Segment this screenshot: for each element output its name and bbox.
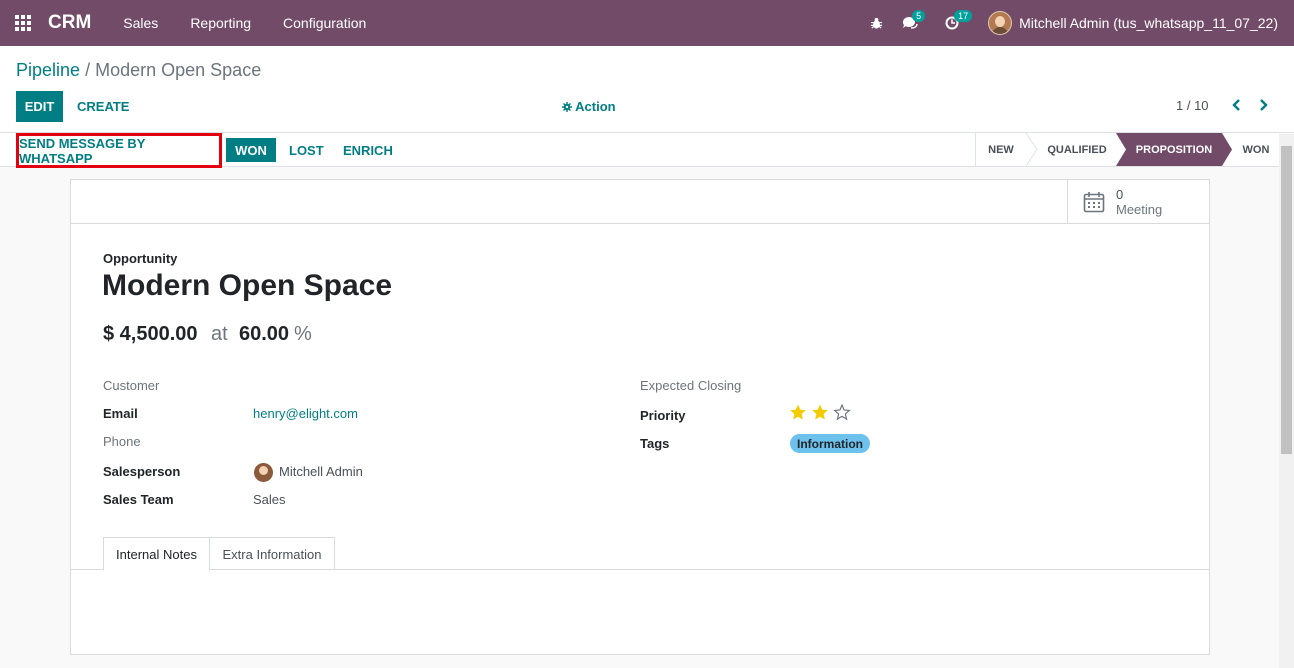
mark-won-button[interactable]: WON [226,138,276,162]
breadcrumb-separator: / [85,60,91,80]
page-scrollbar-thumb[interactable] [1281,146,1292,454]
menu-reporting[interactable]: Reporting [174,15,267,31]
pager-next-icon[interactable] [1256,96,1272,114]
form-statusbar: SEND MESSAGE BY WHATSAPP WON LOST ENRICH… [0,132,1294,168]
priority-star-2-icon[interactable] [811,403,829,421]
customer-label: Customer [103,378,160,393]
notebook-tabs: Internal Notes Extra Information [71,537,1209,571]
action-label: Action [575,99,616,114]
form-sheet: 0 Meeting Opportunity Modern Open Space … [70,179,1210,655]
pager-previous-icon[interactable] [1229,96,1245,114]
messaging-chat-icon[interactable]: 5 [894,0,926,46]
expected-revenue[interactable]: $ 4,500.00 [103,323,198,346]
stage-proposition[interactable]: PROPOSITION [1126,133,1222,166]
control-panel: Pipeline / Modern Open Space EDIT CREATE… [0,46,1294,133]
priority-star-1-icon[interactable] [789,403,807,421]
action-dropdown[interactable]: Action [562,99,616,114]
app-brand[interactable]: CRM [48,12,91,34]
priority-label: Priority [640,408,686,423]
salesperson-avatar [254,463,273,482]
user-menu[interactable]: Mitchell Admin (tus_whatsapp_11_07_22) [988,11,1278,35]
mark-lost-button[interactable]: LOST [289,143,324,158]
priority-star-3-icon[interactable] [833,403,851,421]
activities-clock-icon[interactable]: 17 [936,0,973,46]
stage-separator [1116,133,1126,166]
stage-new[interactable]: NEW [976,133,1026,166]
tab-internal-notes[interactable]: Internal Notes [103,537,210,571]
stage-proposition-label: PROPOSITION [1135,143,1213,156]
revenue-at-label: at [211,323,228,345]
stage-won-label: WON [1242,143,1270,156]
email-value[interactable]: henry@elight.com [253,406,358,421]
percent-sign: % [294,323,312,345]
meeting-label: Meeting [1116,201,1163,217]
stage-separator [1026,133,1038,166]
stage-new-label: NEW [988,143,1014,156]
breadcrumb-current: Modern Open Space [95,60,262,80]
menu-sales[interactable]: Sales [107,15,174,31]
sales-team-label: Sales Team [103,492,174,507]
stage-qualified-label: QUALIFIED [1047,143,1107,156]
smart-button-box: 0 Meeting [71,180,1209,224]
pager-value[interactable]: 1 / 10 [1176,98,1209,113]
expected-closing-label: Expected Closing [640,378,742,393]
gear-icon [562,102,572,112]
user-name: Mitchell Admin (tus_whatsapp_11_07_22) [1019,15,1278,31]
calendar-icon [1083,192,1105,213]
edit-button[interactable]: EDIT [16,91,63,122]
phone-label: Phone [103,434,141,449]
opportunity-title[interactable]: Modern Open Space [102,269,392,303]
tags-label: Tags [640,436,670,451]
user-avatar [988,11,1013,35]
apps-menu-icon[interactable] [0,0,46,46]
salesperson-value[interactable]: Mitchell Admin [279,464,363,479]
salesperson-label: Salesperson [103,464,181,479]
messages-count-badge: 5 [912,10,926,22]
breadcrumb-pipeline-link[interactable]: Pipeline [16,60,80,80]
top-navbar: CRM Sales Reporting Configuration 5 17 M… [0,0,1294,46]
stage-separator [1222,133,1232,166]
breadcrumb: Pipeline / Modern Open Space [16,60,261,81]
record-type-label: Opportunity [103,251,178,266]
send-whatsapp-message-button[interactable]: SEND MESSAGE BY WHATSAPP [16,133,222,168]
tag-badge[interactable]: Information [790,434,870,453]
stage-qualified[interactable]: QUALIFIED [1038,133,1116,166]
probability-value[interactable]: 60.00 [239,323,289,346]
enrich-button[interactable]: ENRICH [343,143,393,158]
menu-configuration[interactable]: Configuration [267,15,382,31]
activities-count-badge: 17 [954,10,973,22]
stage-pipeline: NEW QUALIFIED PROPOSITION WON [975,133,1280,166]
stage-won[interactable]: WON [1232,133,1280,166]
email-label: Email [103,406,138,421]
sales-team-value[interactable]: Sales [253,492,286,507]
create-button[interactable]: CREATE [77,91,129,122]
tab-extra-information[interactable]: Extra Information [210,537,335,570]
meeting-count: 0 [1116,186,1124,202]
debug-bug-icon[interactable] [860,0,892,46]
meeting-smart-button[interactable]: 0 Meeting [1067,180,1209,224]
